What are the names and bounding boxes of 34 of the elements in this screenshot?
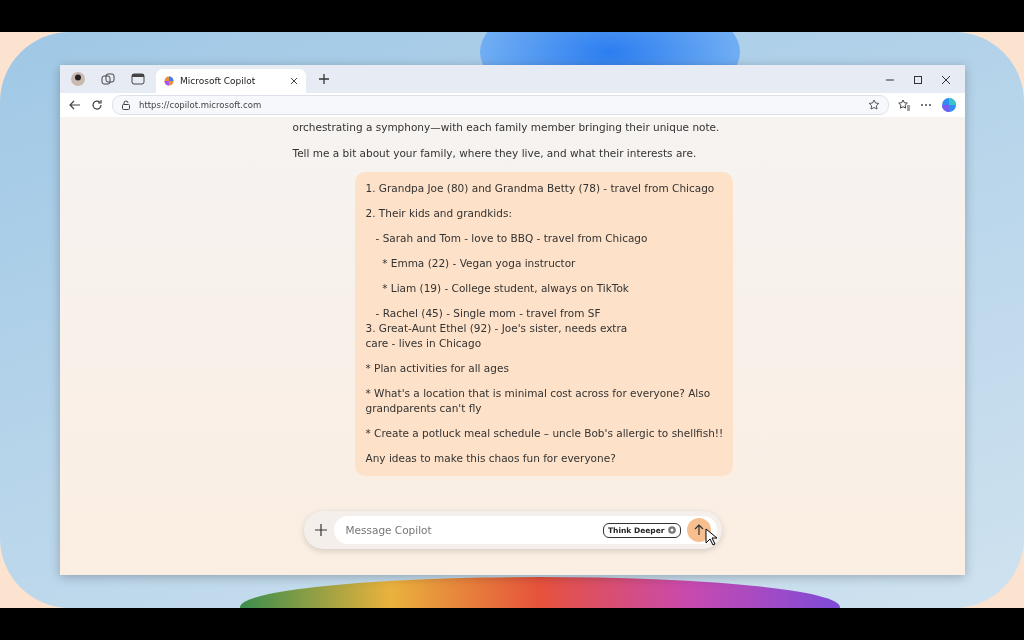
user-message-line: * What's a location that is minimal cost across for everyone? Also [365,387,712,399]
user-message-line: grandparents can't fly [365,402,483,414]
address-bar[interactable]: https://copilot.microsoft.com [112,95,889,115]
plus-icon[interactable] [313,523,328,537]
favorites-icon[interactable] [897,98,911,112]
user-message-line: Any ideas to make this chaos fun for everyone? [365,452,617,464]
arrow-up-icon [692,524,705,536]
user-message-line: - Rachel (45) - Single mom - travel from SF [374,307,602,319]
user-message-line: 1. Grandpa Joe (80) and Grandma Betty (78) - travel from Chicago [365,182,716,194]
user-message-line: 3. Great-Aunt Ethel (92) - Joe's sister, needs extra [365,322,629,334]
back-arrow-icon[interactable] [68,98,82,112]
assistant-message-text: orchestrating a symphony—with each family member bringing their unique note. [292,120,721,134]
close-icon[interactable] [941,75,951,85]
lock-icon [121,100,131,110]
user-message-line: - Sarah and Tom - love to BBQ - travel from Chicago [374,232,649,244]
user-message-line: care - lives in Chicago [365,337,483,349]
copilot-logo-icon[interactable] [941,97,957,113]
mouse-pointer-icon [705,528,717,546]
close-tab-icon[interactable] [290,77,298,85]
favorite-star-icon[interactable] [868,99,880,111]
user-message-line: 2. Their kids and grandkids: [365,207,513,219]
user-message-line: * Emma (22) - Vegan yoga instructor [381,257,577,269]
browser-tab[interactable]: Microsoft Copilot [156,69,306,93]
tab-actions-icon[interactable] [130,71,146,87]
user-message-line: * Create a potluck meal schedule – uncle Bob's allergic to shellfish!! [365,427,723,439]
assistant-message-text: Tell me a bit about your family, where they live, and what their interests are. [292,146,698,160]
maximize-icon[interactable] [913,75,923,85]
send-button[interactable] [686,518,711,542]
user-message-line: * Plan activities for all ages [365,362,510,374]
user-message-line: * Liam (19) - College student, always on TikTok [381,282,630,294]
copilot-logo-icon [164,76,174,86]
workspaces-icon[interactable] [100,71,116,87]
refresh-icon[interactable] [90,98,104,112]
new-tab-icon[interactable] [316,71,332,87]
